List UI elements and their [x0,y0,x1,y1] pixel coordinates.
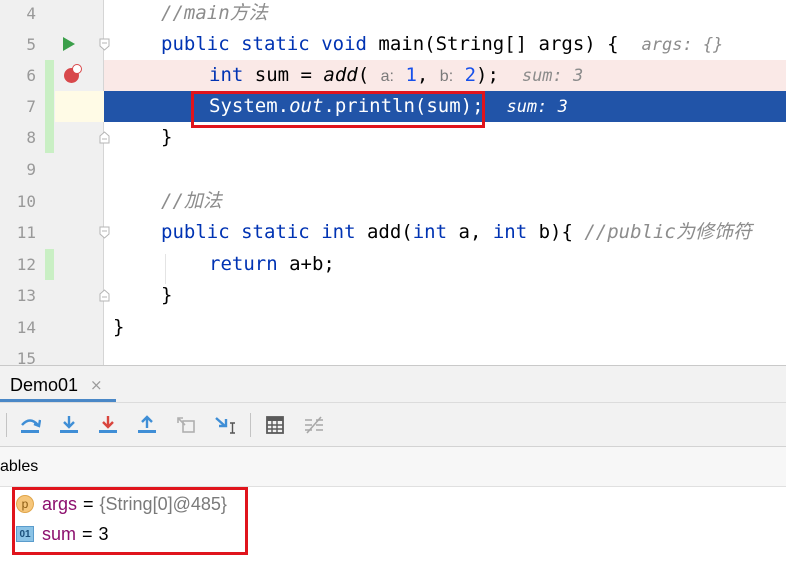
drop-frame-icon[interactable] [173,413,199,437]
code-text: //加法 [161,190,222,212]
breakpoint-icon[interactable] [64,64,82,83]
step-into-icon[interactable] [56,413,82,437]
code-line-6[interactable]: 6 int sum = add( a: 1, b: 2); sum: 3 [0,60,786,91]
line-number: 4 [26,4,36,23]
step-out-icon[interactable] [134,413,160,437]
change-marker [45,60,54,91]
code-text: } [161,284,173,306]
code-text: public static int add(int a, int b){ //p… [161,221,752,243]
code-text: public static void main(String[] args) {… [161,33,724,55]
code-line-13[interactable]: 13 } [0,280,786,311]
variables-title: ables [0,458,39,475]
toolbar-separator [6,413,7,437]
code-text: //main方法 [161,2,268,24]
trace-icon[interactable] [301,413,327,437]
code-line-14[interactable]: 14 } [0,312,786,343]
tab-label: Demo01 [10,374,79,395]
inline-value: sum: 3 [521,66,584,86]
inline-value: args: {} [641,35,724,55]
line-number: 8 [26,128,36,147]
line-number: 6 [26,66,36,85]
fold-icon[interactable] [98,38,111,51]
line-number: 15 [16,349,36,365]
close-icon[interactable]: × [90,376,103,394]
line-number: 10 [16,192,36,211]
param-hint: b: [439,68,454,85]
line-number: 13 [16,286,36,305]
tab-active-indicator [0,399,116,402]
debug-toolbar [0,403,786,447]
line-number: 14 [16,318,36,337]
code-line-12[interactable]: 12 return a+b; [0,249,786,280]
debug-tab-bar: Demo01 × [0,365,786,403]
line-number: 12 [16,255,36,274]
code-line-9[interactable]: 9 [0,154,786,185]
line-number: 5 [26,35,36,54]
current-line-gutter [55,91,104,122]
annotation-highlight-variables [12,487,248,555]
toolbar-separator [250,413,251,437]
run-icon[interactable] [63,37,75,51]
variables-header: ables [0,447,786,487]
code-line-15[interactable]: 15 [0,343,786,365]
code-line-5[interactable]: 5 public static void main(String[] args)… [0,29,786,60]
run-to-cursor-icon[interactable] [212,413,238,437]
change-marker [45,249,54,280]
change-marker [45,91,54,122]
annotation-highlight-println [191,91,485,128]
step-over-icon[interactable] [17,413,43,437]
inline-value: sum: 3 [506,97,568,117]
param-hint: a: [380,68,394,85]
change-marker [45,122,54,153]
code-text: } [161,126,173,148]
fold-end-icon[interactable] [98,289,111,302]
code-editor[interactable]: 4 //main方法 5 public static void main(Str… [0,0,786,365]
code-line-11[interactable]: 11 public static int add(int a, int b){ … [0,217,786,248]
code-line-10[interactable]: 10 //加法 [0,186,786,217]
code-text: } [113,316,125,338]
code-text: int sum = add( a: 1, b: 2); sum: 3 [209,64,584,86]
code-text: return a+b; [209,253,335,275]
line-number: 7 [26,97,36,116]
fold-end-icon[interactable] [98,131,111,144]
fold-icon[interactable] [98,226,111,239]
code-line-4[interactable]: 4 //main方法 [0,0,786,29]
force-step-into-icon[interactable] [95,413,121,437]
indent-guide [165,254,166,284]
evaluate-expression-icon[interactable] [262,413,288,437]
line-number: 9 [26,160,36,179]
line-number: 11 [16,223,36,242]
